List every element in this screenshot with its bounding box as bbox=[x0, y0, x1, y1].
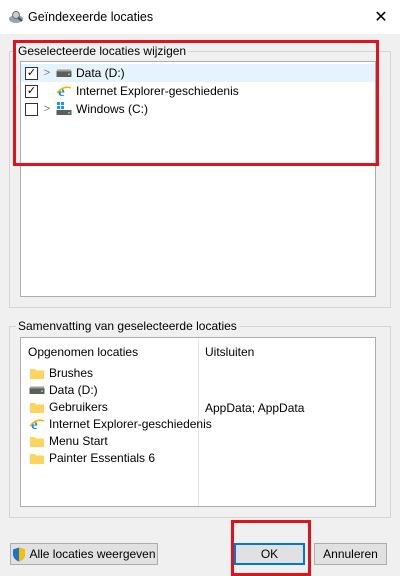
summary-rows: Brushes Data (D:) Gebruikers e Internet … bbox=[27, 364, 367, 466]
show-all-label: Alle locaties weergeven bbox=[29, 547, 156, 561]
list-item: Brushes bbox=[27, 364, 367, 381]
tree-item-label: Windows (C:) bbox=[76, 102, 149, 116]
list-item: Painter Essentials 6 bbox=[27, 449, 367, 466]
checkbox-ie-history[interactable]: ✓ bbox=[25, 84, 38, 98]
drive-icon bbox=[56, 66, 72, 80]
included-location: Internet Explorer-geschiedenis bbox=[49, 416, 212, 431]
tree-item-label: Data (D:) bbox=[76, 66, 125, 80]
column-header-included: Opgenomen locaties bbox=[28, 345, 139, 359]
selected-locations-label: Geselecteerde locaties wijzigen bbox=[16, 44, 189, 58]
drive-icon bbox=[29, 383, 45, 397]
ok-button[interactable]: OK bbox=[234, 543, 305, 565]
tree-item-label: Internet Explorer-geschiedenis bbox=[76, 84, 239, 98]
close-button[interactable]: ✕ bbox=[366, 5, 396, 29]
checkbox-windows-c[interactable] bbox=[25, 102, 38, 116]
location-tree[interactable]: ✓ > Data (D:) ✓ e Internet Explorer-gesc… bbox=[20, 61, 376, 297]
included-location: Menu Start bbox=[49, 433, 108, 448]
windows-drive-icon bbox=[56, 102, 72, 116]
ie-icon: e bbox=[29, 417, 45, 432]
list-item: Data (D:) bbox=[27, 381, 367, 398]
included-location: Data (D:) bbox=[49, 382, 98, 397]
expand-chevron-icon[interactable]: > bbox=[40, 67, 54, 79]
tree-item-windows-c[interactable]: > Windows (C:) bbox=[21, 100, 375, 118]
indexing-icon bbox=[8, 10, 24, 24]
checkbox-data-d[interactable]: ✓ bbox=[25, 66, 38, 80]
ok-label: OK bbox=[260, 547, 279, 561]
column-header-excluded: Uitsluiten bbox=[205, 345, 255, 359]
list-item: Gebruikers bbox=[27, 398, 367, 415]
excluded-value: AppData; AppData bbox=[205, 401, 305, 415]
summary-list[interactable]: Opgenomen locaties Uitsluiten Brushes Da… bbox=[20, 337, 376, 507]
folder-icon bbox=[29, 366, 45, 380]
tree-item-ie-history[interactable]: ✓ e Internet Explorer-geschiedenis bbox=[21, 82, 375, 100]
window-title: Geïndexeerde locaties bbox=[28, 10, 154, 24]
folder-icon bbox=[29, 434, 45, 448]
tree-item-data-d[interactable]: ✓ > Data (D:) bbox=[21, 64, 375, 82]
ie-icon: e bbox=[56, 84, 72, 99]
expand-chevron-icon[interactable]: > bbox=[40, 103, 54, 115]
list-item: Menu Start bbox=[27, 432, 367, 449]
included-location: Brushes bbox=[49, 365, 94, 380]
cancel-button[interactable]: Annuleren bbox=[314, 543, 387, 565]
folder-icon bbox=[29, 400, 45, 414]
show-all-locations-button[interactable]: Alle locaties weergeven bbox=[10, 543, 158, 565]
cancel-label: Annuleren bbox=[323, 547, 378, 561]
list-item: e Internet Explorer-geschiedenis bbox=[27, 415, 367, 432]
summary-label: Samenvatting van geselecteerde locaties bbox=[16, 319, 239, 333]
included-location: Gebruikers bbox=[49, 399, 108, 414]
folder-icon bbox=[29, 451, 45, 465]
included-location: Painter Essentials 6 bbox=[49, 450, 156, 465]
shield-icon bbox=[12, 547, 26, 562]
